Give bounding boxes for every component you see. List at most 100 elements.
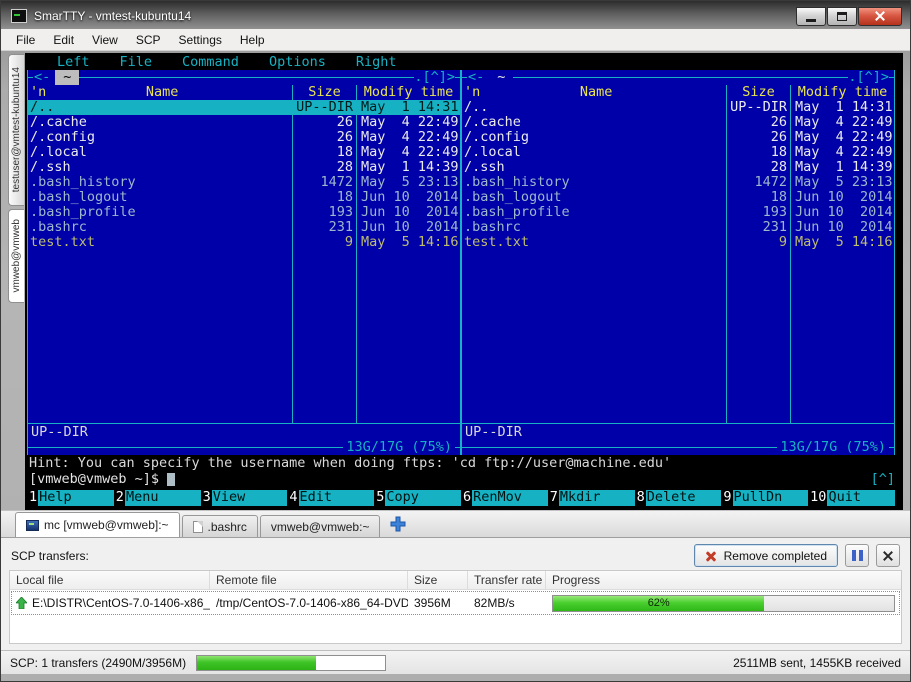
transfer-row[interactable]: E:\DISTR\CentOS-7.0-1406-x86_6... /tmp/Ce… <box>10 590 901 616</box>
mc-panel-left: <- ~ .[^]> 'n Name Size Modify time /.. UP--… <box>27 70 461 455</box>
fkey-mkdir[interactable]: 7 Mkdir <box>548 490 635 506</box>
file-row-5[interactable]: .bash_history 1472 May 5 23:13 <box>462 175 894 190</box>
main-content: testuser@vmtest-kubuntu14 vmweb@vmweb Le… <box>8 51 903 510</box>
file-row-8[interactable]: .bashrc 231 Jun 10 2014 <box>28 220 460 235</box>
column-remote-file[interactable]: Remote file <box>210 571 408 589</box>
mc-menu-command[interactable]: Command <box>182 54 239 70</box>
file-row-9[interactable]: test.txt 9 May 5 14:16 <box>462 235 894 250</box>
panel-scroll-marker[interactable]: .[^]> <box>414 70 455 85</box>
file-row-3[interactable]: /.local 18 May 4 22:49 <box>462 145 894 160</box>
column-header-size[interactable]: Size <box>292 85 356 100</box>
file-row-6[interactable]: .bash_logout 18 Jun 10 2014 <box>28 190 460 205</box>
session-bar: mc [vmweb@vmweb]:~ .bashrc vmweb@vmweb:~ <box>1 510 910 538</box>
sort-indicator[interactable]: 'n <box>30 85 46 100</box>
close-icon <box>882 550 894 562</box>
mc-menu-left[interactable]: Left <box>57 54 90 70</box>
fkey-view[interactable]: 3 View <box>201 490 288 506</box>
file-row-2[interactable]: /.config 26 May 4 22:49 <box>462 130 894 145</box>
scroll-up-indicator[interactable]: [^] <box>871 471 895 487</box>
panel-history-arrow[interactable]: <- <box>467 70 484 85</box>
panel-history-arrow[interactable]: <- <box>33 70 50 85</box>
panel-path[interactable]: ~ <box>489 70 513 85</box>
file-row-1[interactable]: /.cache 26 May 4 22:49 <box>462 115 894 130</box>
fkey-number: 4 <box>289 489 298 505</box>
fkey-edit[interactable]: 4 Edit <box>287 489 375 506</box>
file-row-1[interactable]: /.cache 26 May 4 22:49 <box>28 115 460 130</box>
file-row-0[interactable]: /.. UP--DIR May 1 14:31 <box>462 100 894 115</box>
mc-menu-file[interactable]: File <box>120 54 153 70</box>
column-header-mtime[interactable]: Modify time <box>356 85 460 100</box>
file-mtime: May 1 14:31 <box>790 100 894 115</box>
column-header-mtime[interactable]: Modify time <box>790 85 894 100</box>
file-row-5[interactable]: .bash_history 1472 May 5 23:13 <box>28 175 460 190</box>
file-row-7[interactable]: .bash_profile 193 Jun 10 2014 <box>462 205 894 220</box>
minimize-icon <box>806 18 816 22</box>
file-mtime: May 4 22:49 <box>790 145 894 160</box>
file-size: 26 <box>726 115 790 130</box>
file-row-8[interactable]: .bashrc 231 Jun 10 2014 <box>462 220 894 235</box>
column-transfer-rate[interactable]: Transfer rate <box>468 571 546 589</box>
sort-indicator[interactable]: 'n <box>464 85 480 100</box>
panel-scroll-marker[interactable]: .[^]> <box>848 70 889 85</box>
file-row-6[interactable]: .bash_logout 18 Jun 10 2014 <box>462 190 894 205</box>
fkey-menu[interactable]: 2 Menu <box>114 490 201 506</box>
menu-file[interactable]: File <box>7 30 44 50</box>
menu-scp[interactable]: SCP <box>127 30 170 50</box>
connection-tab-vmweb[interactable]: vmweb@vmweb <box>8 209 24 303</box>
menu-view[interactable]: View <box>83 30 127 50</box>
pause-transfers-button[interactable] <box>845 544 869 567</box>
file-size: 193 <box>726 205 790 220</box>
file-row-7[interactable]: .bash_profile 193 Jun 10 2014 <box>28 205 460 220</box>
border-line <box>455 70 460 85</box>
menu-edit[interactable]: Edit <box>44 30 83 50</box>
session-tab-label: mc [vmweb@vmweb]:~ <box>44 518 169 532</box>
file-name: /.cache <box>30 115 87 130</box>
session-tab-1[interactable]: .bashrc <box>181 515 258 537</box>
file-size: 231 <box>726 220 790 235</box>
connection-tab-testuser[interactable]: testuser@vmtest-kubuntu14 <box>8 54 24 206</box>
fkey-renmov[interactable]: 6 RenMov <box>461 490 548 506</box>
fkey-quit[interactable]: 10 Quit <box>808 490 895 506</box>
column-size[interactable]: Size <box>408 571 468 589</box>
terminal-screen[interactable]: Left File Command Options Right <- ~ .[^]> 'n N… <box>25 53 903 510</box>
mc-menu-right[interactable]: Right <box>356 54 397 70</box>
session-tab-2[interactable]: vmweb@vmweb:~ <box>259 515 381 537</box>
column-header-size[interactable]: Size <box>726 85 790 100</box>
file-row-4[interactable]: /.ssh 28 May 1 14:39 <box>462 160 894 175</box>
file-size: 28 <box>292 160 356 175</box>
column-header-name[interactable]: Name <box>146 85 179 100</box>
fkey-help[interactable]: 1 Help <box>27 490 114 506</box>
close-panel-button[interactable] <box>876 544 900 567</box>
panel-column-headers: 'n Name Size Modify time <box>462 85 894 100</box>
menu-settings[interactable]: Settings <box>170 30 231 50</box>
fkey-label: PullDn <box>732 490 809 506</box>
new-tab-button[interactable] <box>388 514 408 534</box>
fkey-label: Quit <box>827 490 895 506</box>
column-local-file[interactable]: Local file <box>10 571 210 589</box>
remove-completed-button[interactable]: Remove completed <box>693 544 838 567</box>
mc-menu-options[interactable]: Options <box>269 54 326 70</box>
fkey-copy[interactable]: 5 Copy <box>374 490 461 506</box>
fkey-pulldn[interactable]: 9 PullDn <box>721 490 809 506</box>
panel-path[interactable]: ~ <box>55 70 80 85</box>
transfer-table-header: Local file Remote file Size Transfer rate Pr… <box>10 571 901 590</box>
transfer-summary: SCP: 1 transfers (2490M/3956M) <box>10 655 187 670</box>
file-row-4[interactable]: /.ssh 28 May 1 14:39 <box>28 160 460 175</box>
transfer-size: 3956M <box>414 596 451 610</box>
close-button[interactable] <box>858 6 902 26</box>
column-header-name[interactable]: Name <box>580 85 613 100</box>
column-progress[interactable]: Progress <box>546 571 901 589</box>
session-tab-0[interactable]: mc [vmweb@vmweb]:~ <box>15 512 180 537</box>
file-row-0[interactable]: /.. UP--DIR May 1 14:31 <box>28 100 460 115</box>
file-row-2[interactable]: /.config 26 May 4 22:49 <box>28 130 460 145</box>
title-bar[interactable]: SmarTTY - vmtest-kubuntu14 <box>1 1 910 29</box>
minimize-button[interactable] <box>796 6 826 26</box>
command-line[interactable]: [vmweb@vmweb ~]$ [^] <box>27 471 895 487</box>
border-line <box>462 440 778 455</box>
maximize-button[interactable] <box>827 6 857 26</box>
menu-help[interactable]: Help <box>231 30 274 50</box>
local-file: E:\DISTR\CentOS-7.0-1406-x86_6... <box>32 596 210 610</box>
fkey-delete[interactable]: 8 Delete <box>635 490 722 506</box>
file-row-9[interactable]: test.txt 9 May 5 14:16 <box>28 235 460 250</box>
file-row-3[interactable]: /.local 18 May 4 22:49 <box>28 145 460 160</box>
